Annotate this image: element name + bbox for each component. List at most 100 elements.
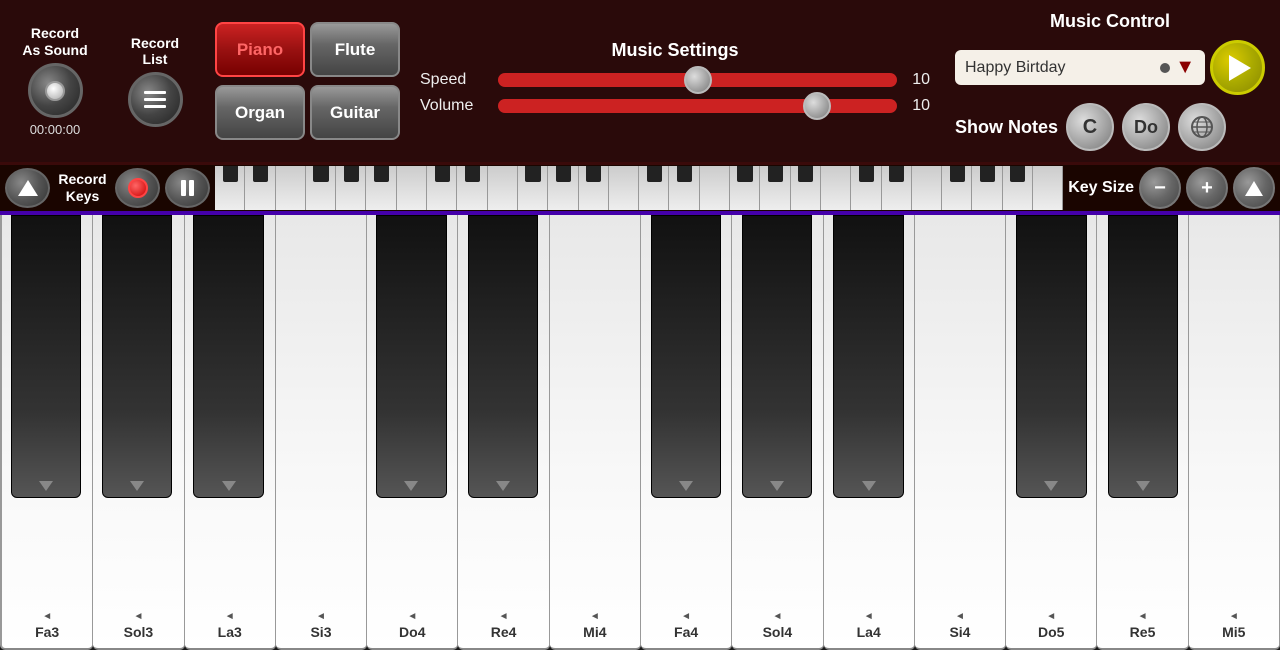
black-key-7[interactable] [833,215,903,498]
instrument-row: Piano Flute [215,22,400,77]
mini-key[interactable] [700,166,730,210]
mini-key[interactable] [851,166,881,210]
white-key-label: Fa4 [674,624,698,640]
globe-notes-button[interactable] [1178,103,1226,151]
mini-key[interactable] [760,166,790,210]
white-key-arrow-icon: ◄ [316,611,326,622]
timer-display: 00:00:00 [30,122,81,137]
black-key-1[interactable] [102,215,172,498]
pause-button[interactable] [165,168,210,208]
black-key-0[interactable] [11,215,81,498]
white-key-arrow-icon: ◄ [1229,611,1239,622]
volume-slider-knob[interactable] [803,92,831,120]
white-key-si4[interactable]: ◄ Si4 [915,215,1006,650]
black-key-8[interactable] [1016,215,1086,498]
white-key-label: Sol3 [124,624,154,640]
mini-key[interactable] [1033,166,1063,210]
flute-button[interactable]: Flute [310,22,400,77]
mini-key[interactable] [669,166,699,210]
mini-key[interactable] [609,166,639,210]
black-key-arrow-icon [496,481,510,491]
key-size-increase-button[interactable]: + [1186,167,1228,209]
white-key-label: Re4 [491,624,517,640]
mini-key[interactable] [215,166,245,210]
piano-button[interactable]: Piano [215,22,305,77]
white-key-si3[interactable]: ◄ Si3 [276,215,367,650]
note-do-button[interactable]: Do [1122,103,1170,151]
record-dot-icon [128,178,148,198]
up-arrow-icon [1245,181,1263,196]
black-key-6[interactable] [742,215,812,498]
white-key-arrow-icon: ◄ [1046,611,1056,622]
song-selector[interactable]: Happy Birtday ▼ [955,50,1205,85]
mini-key[interactable] [942,166,972,210]
white-key-mi4[interactable]: ◄ Mi4 [550,215,641,650]
mini-key[interactable] [1003,166,1033,210]
black-key-arrow-icon [222,481,236,491]
key-size-decrease-button[interactable]: − [1139,167,1181,209]
white-key-arrow-icon: ◄ [772,611,782,622]
note-c-button[interactable]: C [1066,103,1114,151]
mini-keyboard-strip[interactable] [215,166,1063,210]
mini-key[interactable] [518,166,548,210]
mini-key[interactable] [972,166,1002,210]
keyboard-bar: RecordKeys [0,165,1280,215]
mini-key[interactable] [730,166,760,210]
mini-key[interactable] [912,166,942,210]
volume-value: 10 [905,97,930,115]
mini-key[interactable] [882,166,912,210]
speed-slider-track[interactable] [498,73,897,87]
mini-key[interactable] [336,166,366,210]
black-key-5[interactable] [651,215,721,498]
white-key-arrow-icon: ◄ [864,611,874,622]
white-key-arrow-icon: ◄ [590,611,600,622]
white-key-label: La3 [218,624,242,640]
show-notes-row: Show Notes C Do [955,103,1265,151]
dropdown-arrow-icon: ▼ [1175,56,1195,79]
music-control-title: Music Control [955,11,1265,32]
organ-button[interactable]: Organ [215,85,305,140]
key-size-up-button[interactable] [1233,167,1275,209]
mini-key[interactable] [306,166,336,210]
volume-slider-track[interactable] [498,99,897,113]
play-button[interactable] [1210,40,1265,95]
black-key-4[interactable] [468,215,538,498]
mini-key[interactable] [276,166,306,210]
mini-key[interactable] [397,166,427,210]
white-key-mi5[interactable]: ◄ Mi5 [1189,215,1280,650]
mini-key[interactable] [427,166,457,210]
mini-key[interactable] [488,166,518,210]
white-key-label: Sol4 [763,624,793,640]
mini-key[interactable] [457,166,487,210]
mini-key[interactable] [245,166,275,210]
black-key-2[interactable] [193,215,263,498]
white-key-label: Mi5 [1222,624,1245,640]
mini-key[interactable] [579,166,609,210]
black-key-9[interactable] [1108,215,1178,498]
mini-key[interactable] [548,166,578,210]
play-icon [1229,55,1251,81]
top-bar: RecordAs Sound 00:00:00 RecordList Piano… [0,0,1280,165]
white-key-label: Do5 [1038,624,1064,640]
white-key-arrow-icon: ◄ [225,611,235,622]
mini-white-keys [215,166,1063,210]
black-key-3[interactable] [376,215,446,498]
white-key-label: Fa3 [35,624,59,640]
record-keys-button[interactable] [115,168,160,208]
record-as-sound-button[interactable] [28,63,83,118]
mini-key[interactable] [821,166,851,210]
key-size-label: Key Size [1068,179,1134,197]
key-size-section: Key Size − + [1068,167,1275,209]
speed-label: Speed [420,71,490,89]
mini-key[interactable] [639,166,669,210]
guitar-button[interactable]: Guitar [310,85,400,140]
speed-slider-knob[interactable] [684,66,712,94]
mini-key[interactable] [791,166,821,210]
black-key-arrow-icon [130,481,144,491]
scroll-up-button[interactable] [5,168,50,208]
mini-key[interactable] [366,166,396,210]
record-list-button[interactable] [128,72,183,127]
black-key-arrow-icon [770,481,784,491]
white-key-label: Re5 [1130,624,1156,640]
piano-wrapper: ◄ Fa3 ◄ Sol3 ◄ La3 ◄ Si3 ◄ Do4 ◄ Re4 ◄ M… [0,215,1280,650]
